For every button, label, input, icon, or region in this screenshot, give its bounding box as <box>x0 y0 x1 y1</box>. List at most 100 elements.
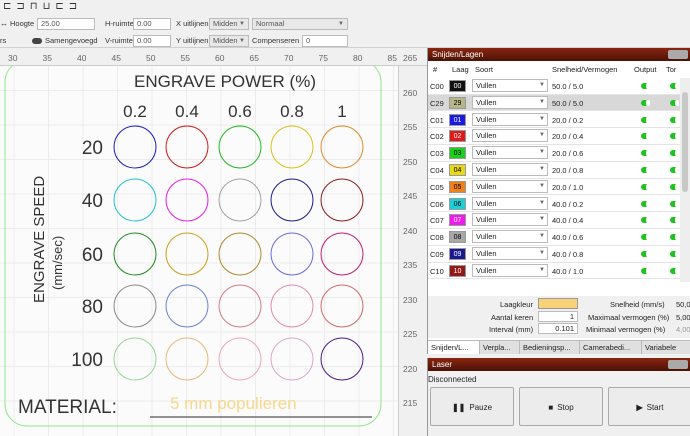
test-circle[interactable] <box>113 232 157 276</box>
pause-button[interactable]: ❚❚ Pauze <box>430 387 514 426</box>
layer-color-chip[interactable]: 05 <box>449 180 466 193</box>
test-circle[interactable] <box>270 125 314 169</box>
test-circle[interactable] <box>218 232 262 276</box>
test-circle[interactable] <box>113 337 157 381</box>
tor-toggle[interactable] <box>670 99 679 106</box>
output-toggle[interactable] <box>641 99 650 106</box>
layer-color-chip[interactable]: 10 <box>449 264 466 277</box>
output-toggle[interactable] <box>641 251 650 257</box>
speed-power-value[interactable]: 20.0 / 0.2 <box>552 116 583 125</box>
align-middle-icon[interactable]: ⊏ <box>55 1 68 12</box>
cuts-table-row[interactable]: C01 01 Vullen ▼ 20.0 / 0.2 <box>428 112 680 129</box>
speed-power-value[interactable]: 20.0 / 0.8 <box>552 166 583 175</box>
speed-power-value[interactable]: 40.0 / 0.6 <box>552 233 583 242</box>
output-toggle[interactable] <box>641 217 650 224</box>
output-toggle[interactable] <box>641 150 650 157</box>
layer-mode-select[interactable]: Vullen ▼ <box>472 196 548 210</box>
cuts-scrollbar[interactable] <box>680 78 690 282</box>
layer-color-chip[interactable]: 07 <box>449 214 466 227</box>
merged-toggle-icon[interactable] <box>32 38 42 44</box>
test-circle[interactable] <box>218 284 262 328</box>
test-circle[interactable] <box>270 178 314 222</box>
yalign-select[interactable]: Midden ▼ <box>209 35 249 47</box>
output-toggle[interactable] <box>641 83 650 89</box>
vspace-input[interactable]: 0.00 <box>133 35 171 47</box>
test-circle[interactable] <box>113 284 157 328</box>
compensate-input[interactable]: 0 <box>302 35 348 47</box>
layer-mode-select[interactable]: Vullen ▼ <box>472 163 548 176</box>
design-canvas[interactable]: ENGRAVE POWER (%) 0.2 0.4 0.6 0.8 1 20 40 60 80… <box>0 66 398 436</box>
cuts-table-row[interactable]: C05 05 Vullen ▼ 20.0 / 1.0 <box>428 179 680 196</box>
speed-power-value[interactable]: 50.0 / 5.0 <box>552 99 583 108</box>
material-value[interactable]: 5 mm populieren <box>170 394 297 413</box>
tor-toggle[interactable] <box>670 251 679 257</box>
min-power-value[interactable]: 4,00 <box>676 325 690 334</box>
align-left-icon[interactable]: ⊏ <box>3 1 16 12</box>
speed-value[interactable]: 50,0 <box>676 300 690 309</box>
output-toggle[interactable] <box>641 167 650 173</box>
tor-toggle[interactable] <box>670 183 679 190</box>
tor-toggle[interactable] <box>670 217 679 224</box>
speed-power-value[interactable]: 20.0 / 0.6 <box>552 149 583 158</box>
layer-color-chip[interactable]: 02 <box>449 130 466 143</box>
layer-mode-select[interactable]: Vullen ▼ <box>472 179 548 193</box>
test-circle[interactable] <box>320 232 364 276</box>
max-power-value[interactable]: 5,00 <box>676 313 690 322</box>
output-toggle[interactable] <box>641 133 650 140</box>
tor-toggle[interactable] <box>670 116 679 123</box>
tab-camera[interactable]: Camerabedi... <box>580 341 642 354</box>
stop-button[interactable]: ■ Stop <box>519 387 603 426</box>
test-circle[interactable] <box>218 125 262 169</box>
test-circle[interactable] <box>113 178 157 222</box>
align-bottom-icon[interactable]: ⊐ <box>69 1 82 12</box>
scrollbar-thumb[interactable] <box>682 92 688 192</box>
interval-input[interactable]: 0.101 <box>538 323 578 334</box>
tor-toggle[interactable] <box>670 200 679 207</box>
align-top-icon[interactable]: ⊔ <box>43 1 56 12</box>
layer-mode-select[interactable]: Vullen ▼ <box>472 95 548 109</box>
speed-power-value[interactable]: 20.0 / 0.4 <box>552 132 583 141</box>
test-circle[interactable] <box>270 284 314 328</box>
layer-mode-select[interactable]: Vullen ▼ <box>472 146 548 160</box>
test-circle[interactable] <box>270 337 314 381</box>
speed-power-value[interactable]: 40.0 / 0.2 <box>552 200 583 209</box>
window-controls-icon[interactable] <box>668 360 688 369</box>
layer-color-chip[interactable]: 03 <box>449 147 466 160</box>
layer-mode-select[interactable]: Vullen ▼ <box>472 213 548 227</box>
cuts-table-row[interactable]: C06 06 Vullen ▼ 40.0 / 0.2 <box>428 196 680 213</box>
tab-controls[interactable]: Bedieningsp... <box>520 341 580 354</box>
layer-mode-select[interactable]: Vullen ▼ <box>472 247 548 260</box>
tor-toggle[interactable] <box>670 83 679 89</box>
cuts-table-row[interactable]: C00 00 Vullen ▼ 50.0 / 5.0 <box>428 78 680 95</box>
test-circle[interactable] <box>320 178 364 222</box>
layer-color-chip[interactable]: 08 <box>449 231 466 244</box>
layer-color-chip[interactable]: 04 <box>449 164 466 176</box>
window-controls-icon[interactable] <box>668 50 688 59</box>
align-center-icon[interactable]: ⊐ <box>16 1 29 12</box>
tor-toggle[interactable] <box>670 234 679 241</box>
test-circle[interactable] <box>320 125 364 169</box>
layer-color-chip[interactable]: 01 <box>449 113 466 126</box>
cuts-table-row[interactable]: C04 04 Vullen ▼ 20.0 / 0.8 <box>428 162 680 179</box>
layer-color-chip[interactable]: 09 <box>449 248 466 260</box>
cuts-table-row[interactable]: C29 29 Vullen ▼ 50.0 / 5.0 <box>428 94 680 112</box>
speed-power-value[interactable]: 40.0 / 0.4 <box>552 216 583 225</box>
layer-mode-select[interactable]: Vullen ▼ <box>472 263 548 277</box>
start-button[interactable]: ▶ Start <box>608 387 690 426</box>
cuts-table-row[interactable]: C02 02 Vullen ▼ 20.0 / 0.4 <box>428 128 680 145</box>
speed-power-value[interactable]: 40.0 / 1.0 <box>552 267 583 276</box>
tab-move[interactable]: Verpla... <box>480 341 520 354</box>
output-toggle[interactable] <box>641 200 650 207</box>
speed-power-value[interactable]: 20.0 / 1.0 <box>552 183 583 192</box>
align-right-icon[interactable]: ⊓ <box>30 1 43 12</box>
layer-color-chip[interactable]: 00 <box>449 80 466 92</box>
height-input[interactable]: 25.00 <box>37 18 95 30</box>
speed-power-value[interactable]: 40.0 / 0.8 <box>552 250 583 259</box>
layer-mode-select[interactable]: Vullen ▼ <box>472 112 548 126</box>
layer-color-chip[interactable]: 06 <box>449 197 466 210</box>
tor-toggle[interactable] <box>670 267 679 274</box>
tor-toggle[interactable] <box>670 167 679 173</box>
test-circle[interactable] <box>218 178 262 222</box>
xalign-select[interactable]: Midden ▼ <box>209 18 249 30</box>
hspace-input[interactable]: 0.00 <box>133 18 171 30</box>
